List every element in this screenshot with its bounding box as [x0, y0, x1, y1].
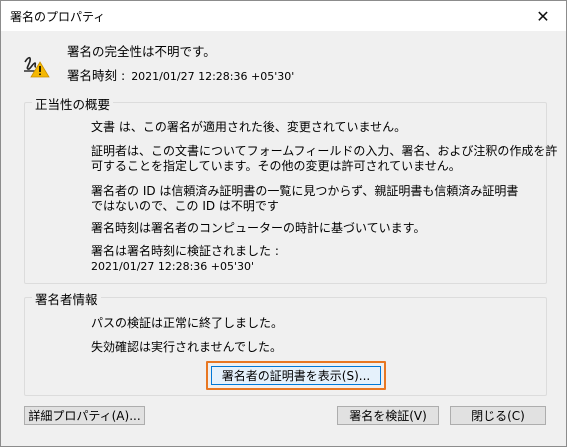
validity-line-permissions-2: 可することを指定しています。その他の変更は許可されていません。: [91, 159, 461, 173]
signing-time-value: 2021/01/27 12:28:36 +05'30': [131, 70, 295, 83]
validity-line-permissions-1: 証明者は、この文書についてフォームフィールドの入力、署名、および注釈の作成を許: [91, 144, 558, 158]
show-signer-certificate-button[interactable]: 署名者の証明書を表示(S)...: [206, 361, 386, 390]
advanced-properties-button[interactable]: 詳細プロパティ(A)...: [24, 406, 145, 425]
close-dialog-button[interactable]: 閉じる(C): [450, 406, 546, 425]
close-icon: ✕: [536, 6, 550, 26]
validity-line-clock: 署名時刻は署名者のコンピューターの時計に基づいています。: [91, 221, 426, 235]
integrity-status: 署名の完全性は不明です。: [67, 44, 216, 59]
signer-info-legend: 署名者情報: [32, 289, 101, 308]
validity-line-identity-1: 署名者の ID は信頼済み証明書の一覧に見つからず、親証明書も信頼済み証明書: [91, 184, 519, 198]
validity-summary-legend: 正当性の概要: [32, 94, 114, 113]
show-signer-certificate-label: 署名者の証明書を表示(S)...: [211, 366, 381, 385]
signing-time-label: 署名時刻 :: [67, 68, 126, 83]
window-title: 署名のプロパティ: [10, 10, 106, 24]
revocation-check-status: 失効確認は実行されませんでした。: [91, 340, 283, 354]
close-window-button[interactable]: ✕: [520, 1, 566, 31]
validate-signature-button[interactable]: 署名を検証(V): [337, 406, 439, 425]
verified-time-value: 2021/01/27 12:28:36 +05'30': [91, 260, 255, 273]
validity-line-identity-2: ではないので、この ID は不明です: [91, 199, 279, 213]
validity-line-verified: 署名は署名時刻に検証されました :: [91, 244, 279, 258]
path-validation-status: パスの検証は正常に終了しました。: [91, 316, 284, 330]
title-bar: 署名のプロパティ ✕: [1, 1, 566, 31]
signature-properties-dialog: 署名のプロパティ ✕ 署名の完全性は不明です。 署名時刻 : 2021/01/27…: [0, 0, 567, 447]
signing-time-row: 署名時刻 : 2021/01/27 12:28:36 +05'30': [67, 65, 294, 84]
validity-line-unmodified: 文書 は、この署名が適用された後、変更されていません。: [91, 120, 407, 134]
signature-warning-icon: [24, 56, 50, 78]
